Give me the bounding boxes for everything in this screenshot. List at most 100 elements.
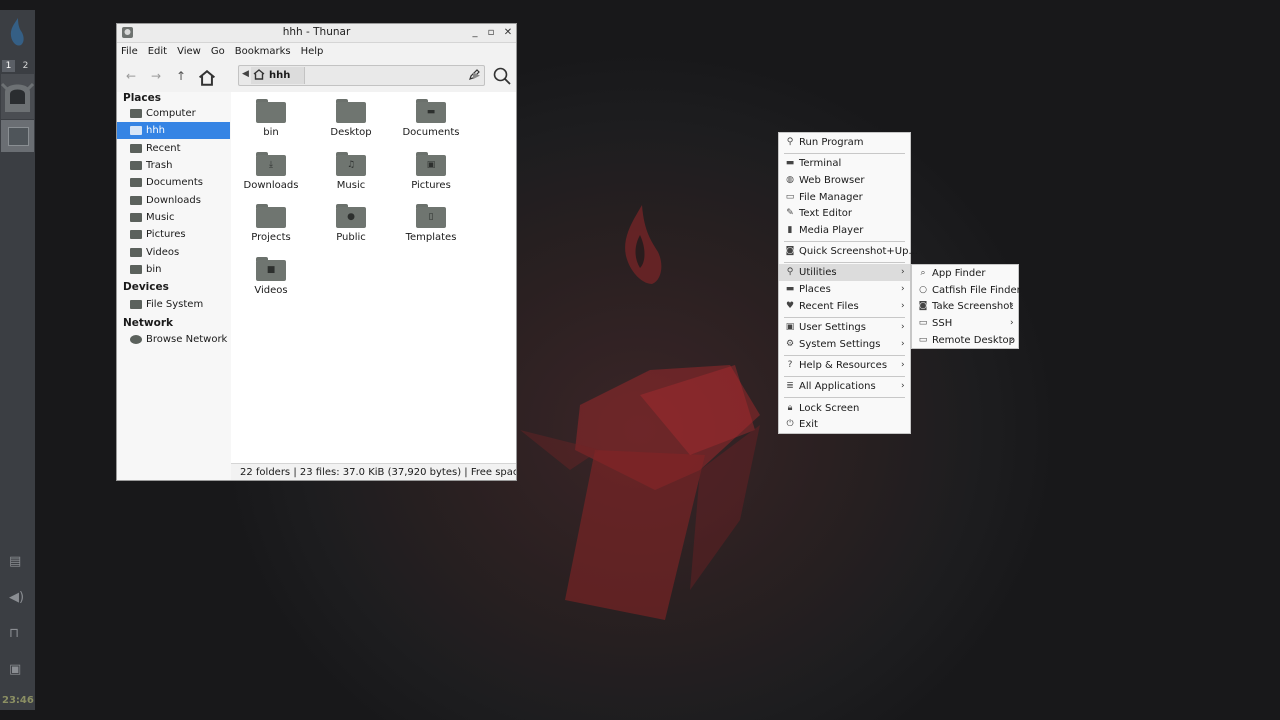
- folder-item-public[interactable]: ● Public: [316, 204, 386, 243]
- back-arrow-icon[interactable]: ←: [122, 69, 140, 85]
- submenu-arrow-icon: ›: [1010, 335, 1014, 345]
- pictures-folder-icon: ▣: [416, 152, 446, 176]
- notification-icon[interactable]: ⊓: [9, 626, 19, 641]
- sidebar-item-trash[interactable]: Trash: [117, 157, 230, 174]
- menu-item-text-editor[interactable]: ✎ Text Editor: [779, 205, 910, 222]
- battery-icon[interactable]: ▣: [9, 662, 21, 677]
- sidebar-item-label: Computer: [146, 108, 196, 119]
- workspace-1-button[interactable]: 1: [2, 60, 15, 72]
- sidebar-item-documents[interactable]: Documents: [117, 174, 230, 191]
- folder-label: Templates: [405, 232, 457, 243]
- path-left-arrow-icon[interactable]: ◀: [242, 69, 249, 79]
- sidebar-item-computer[interactable]: Computer: [117, 105, 230, 122]
- folder-icon: [256, 204, 286, 228]
- menu-item-all-applications[interactable]: ≣ All Applications ›: [779, 378, 910, 395]
- minimize-button[interactable]: _: [468, 26, 482, 40]
- pictures-folder-icon: [130, 230, 142, 239]
- sidebar-item-bin[interactable]: bin: [117, 261, 230, 278]
- menu-item-lock-screen[interactable]: 🔒︎ Lock Screen: [779, 400, 910, 417]
- file-view[interactable]: bin Desktop ▬ Documents ⤓ Downloads ♫ Music…: [231, 92, 516, 463]
- menu-item-remote-desktop[interactable]: ▭ Remote Desktop ›: [912, 332, 1018, 349]
- terminal-icon: ▬: [785, 158, 795, 168]
- menu-bookmarks[interactable]: Bookmarks: [235, 46, 291, 57]
- folder-item-templates[interactable]: ▯ Templates: [396, 204, 466, 243]
- menu-item-catfish-file-finder[interactable]: ○ Catfish File Finder: [912, 282, 1021, 299]
- search-icon[interactable]: [493, 67, 511, 85]
- folder-item-projects[interactable]: Projects: [236, 204, 306, 243]
- volume-icon[interactable]: ◀): [9, 590, 24, 605]
- menu-view[interactable]: View: [177, 46, 201, 57]
- settings-icon: ▣: [785, 322, 795, 332]
- folder-item-downloads[interactable]: ⤓ Downloads: [236, 152, 306, 191]
- workspace-2-button[interactable]: 2: [19, 60, 32, 72]
- parent-folder-up-icon[interactable]: ↑: [172, 69, 190, 85]
- sidebar-item-browse-network[interactable]: Browse Network: [117, 331, 230, 348]
- maximize-button[interactable]: ▫: [484, 26, 498, 40]
- folder-icon: ▭: [918, 335, 928, 345]
- folder-label: Pictures: [411, 180, 451, 191]
- power-icon: ⏻: [786, 419, 794, 429]
- menu-item-file-manager[interactable]: ▭ File Manager: [779, 189, 910, 206]
- menu-item-web-browser[interactable]: ◍ Web Browser: [779, 172, 910, 189]
- menu-item-take-screenshot[interactable]: ◙ Take Screenshot ›: [912, 298, 1018, 315]
- window-button-thunar[interactable]: [0, 74, 35, 119]
- sidebar-item-hhh[interactable]: hhh: [117, 122, 230, 139]
- menu-item-recent-files[interactable]: ♥ Recent Files ›: [779, 298, 910, 315]
- sidebar-item-label: Pictures: [146, 229, 186, 240]
- folder-label: Documents: [402, 127, 460, 138]
- menu-item-system-settings[interactable]: ⚙ System Settings ›: [779, 336, 910, 353]
- menu-separator: [784, 153, 905, 154]
- sidebar-item-label: Music: [146, 212, 175, 223]
- menu-separator: [784, 397, 905, 398]
- list-icon: ≣: [786, 381, 794, 391]
- recent-icon: [130, 144, 142, 153]
- home-icon[interactable]: [198, 70, 216, 86]
- path-bar[interactable]: ◀ hhh: [238, 65, 485, 86]
- menu-item-run-program[interactable]: ⚲ Run Program: [779, 134, 910, 151]
- folder-item-videos[interactable]: ■ Videos: [236, 257, 306, 296]
- folder-item-pictures[interactable]: ▣ Pictures: [396, 152, 466, 191]
- sidebar-item-music[interactable]: Music: [117, 209, 230, 226]
- menu-item-utilities[interactable]: ⚲ Utilities ›: [779, 264, 910, 281]
- music-folder-icon: [130, 213, 142, 222]
- menu-item-ssh[interactable]: ▭ SSH ›: [912, 315, 1018, 332]
- folder-item-documents[interactable]: ▬ Documents: [396, 99, 466, 138]
- menu-go[interactable]: Go: [211, 46, 225, 57]
- status-bar: 22 folders | 23 files: 37.0 KiB (37,920 …: [231, 463, 516, 480]
- downloads-folder-icon: ⤓: [256, 152, 286, 176]
- sidebar-item-file-system[interactable]: File System: [117, 296, 230, 313]
- search-icon: ○: [919, 285, 927, 295]
- menu-file[interactable]: File: [121, 46, 138, 57]
- utilities-icon: ⚲: [786, 267, 794, 277]
- menu-item-places[interactable]: ▬ Places ›: [779, 281, 910, 298]
- title-bar[interactable]: hhh - Thunar _ ▫ ✕: [117, 24, 516, 43]
- submenu-arrow-icon: ›: [901, 267, 905, 277]
- menu-item-app-finder[interactable]: ⌕ App Finder: [912, 265, 1018, 282]
- forward-arrow-icon[interactable]: →: [147, 69, 165, 85]
- path-right-arrow-icon[interactable]: ▶: [473, 71, 480, 81]
- app-menu-flame-icon[interactable]: [9, 18, 25, 48]
- submenu-arrow-icon: ›: [901, 339, 905, 349]
- sidebar-item-videos[interactable]: Videos: [117, 244, 230, 261]
- sidebar-item-pictures[interactable]: Pictures: [117, 226, 230, 243]
- folder-item-desktop[interactable]: Desktop: [316, 99, 386, 138]
- menu-item-media-player[interactable]: ▮ Media Player: [779, 222, 910, 239]
- window-button-terminal[interactable]: [1, 120, 34, 152]
- menu-item-user-settings[interactable]: ▣ User Settings ›: [779, 319, 910, 336]
- menu-item-terminal[interactable]: ▬ Terminal: [779, 155, 910, 172]
- menu-item-help-resources[interactable]: ? Help & Resources ›: [779, 357, 910, 374]
- videos-folder-icon: ■: [256, 257, 286, 281]
- menu-item-quick-screenshot[interactable]: ◙ Quick Screenshot+Up...: [779, 243, 918, 260]
- sidebar-item-recent[interactable]: Recent: [117, 140, 230, 157]
- menu-edit[interactable]: Edit: [148, 46, 167, 57]
- folder-item-bin[interactable]: bin: [236, 99, 306, 138]
- folder-label: Videos: [254, 285, 288, 296]
- menu-help[interactable]: Help: [301, 46, 324, 57]
- panel-clock[interactable]: 23:46: [2, 695, 34, 706]
- network-icon: [130, 335, 142, 344]
- folder-item-music[interactable]: ♫ Music: [316, 152, 386, 191]
- sidebar-item-downloads[interactable]: Downloads: [117, 192, 230, 209]
- menu-item-exit[interactable]: ⏻ Exit: [779, 416, 910, 433]
- close-button[interactable]: ✕: [501, 26, 515, 40]
- clipboard-icon[interactable]: ▤: [9, 554, 21, 569]
